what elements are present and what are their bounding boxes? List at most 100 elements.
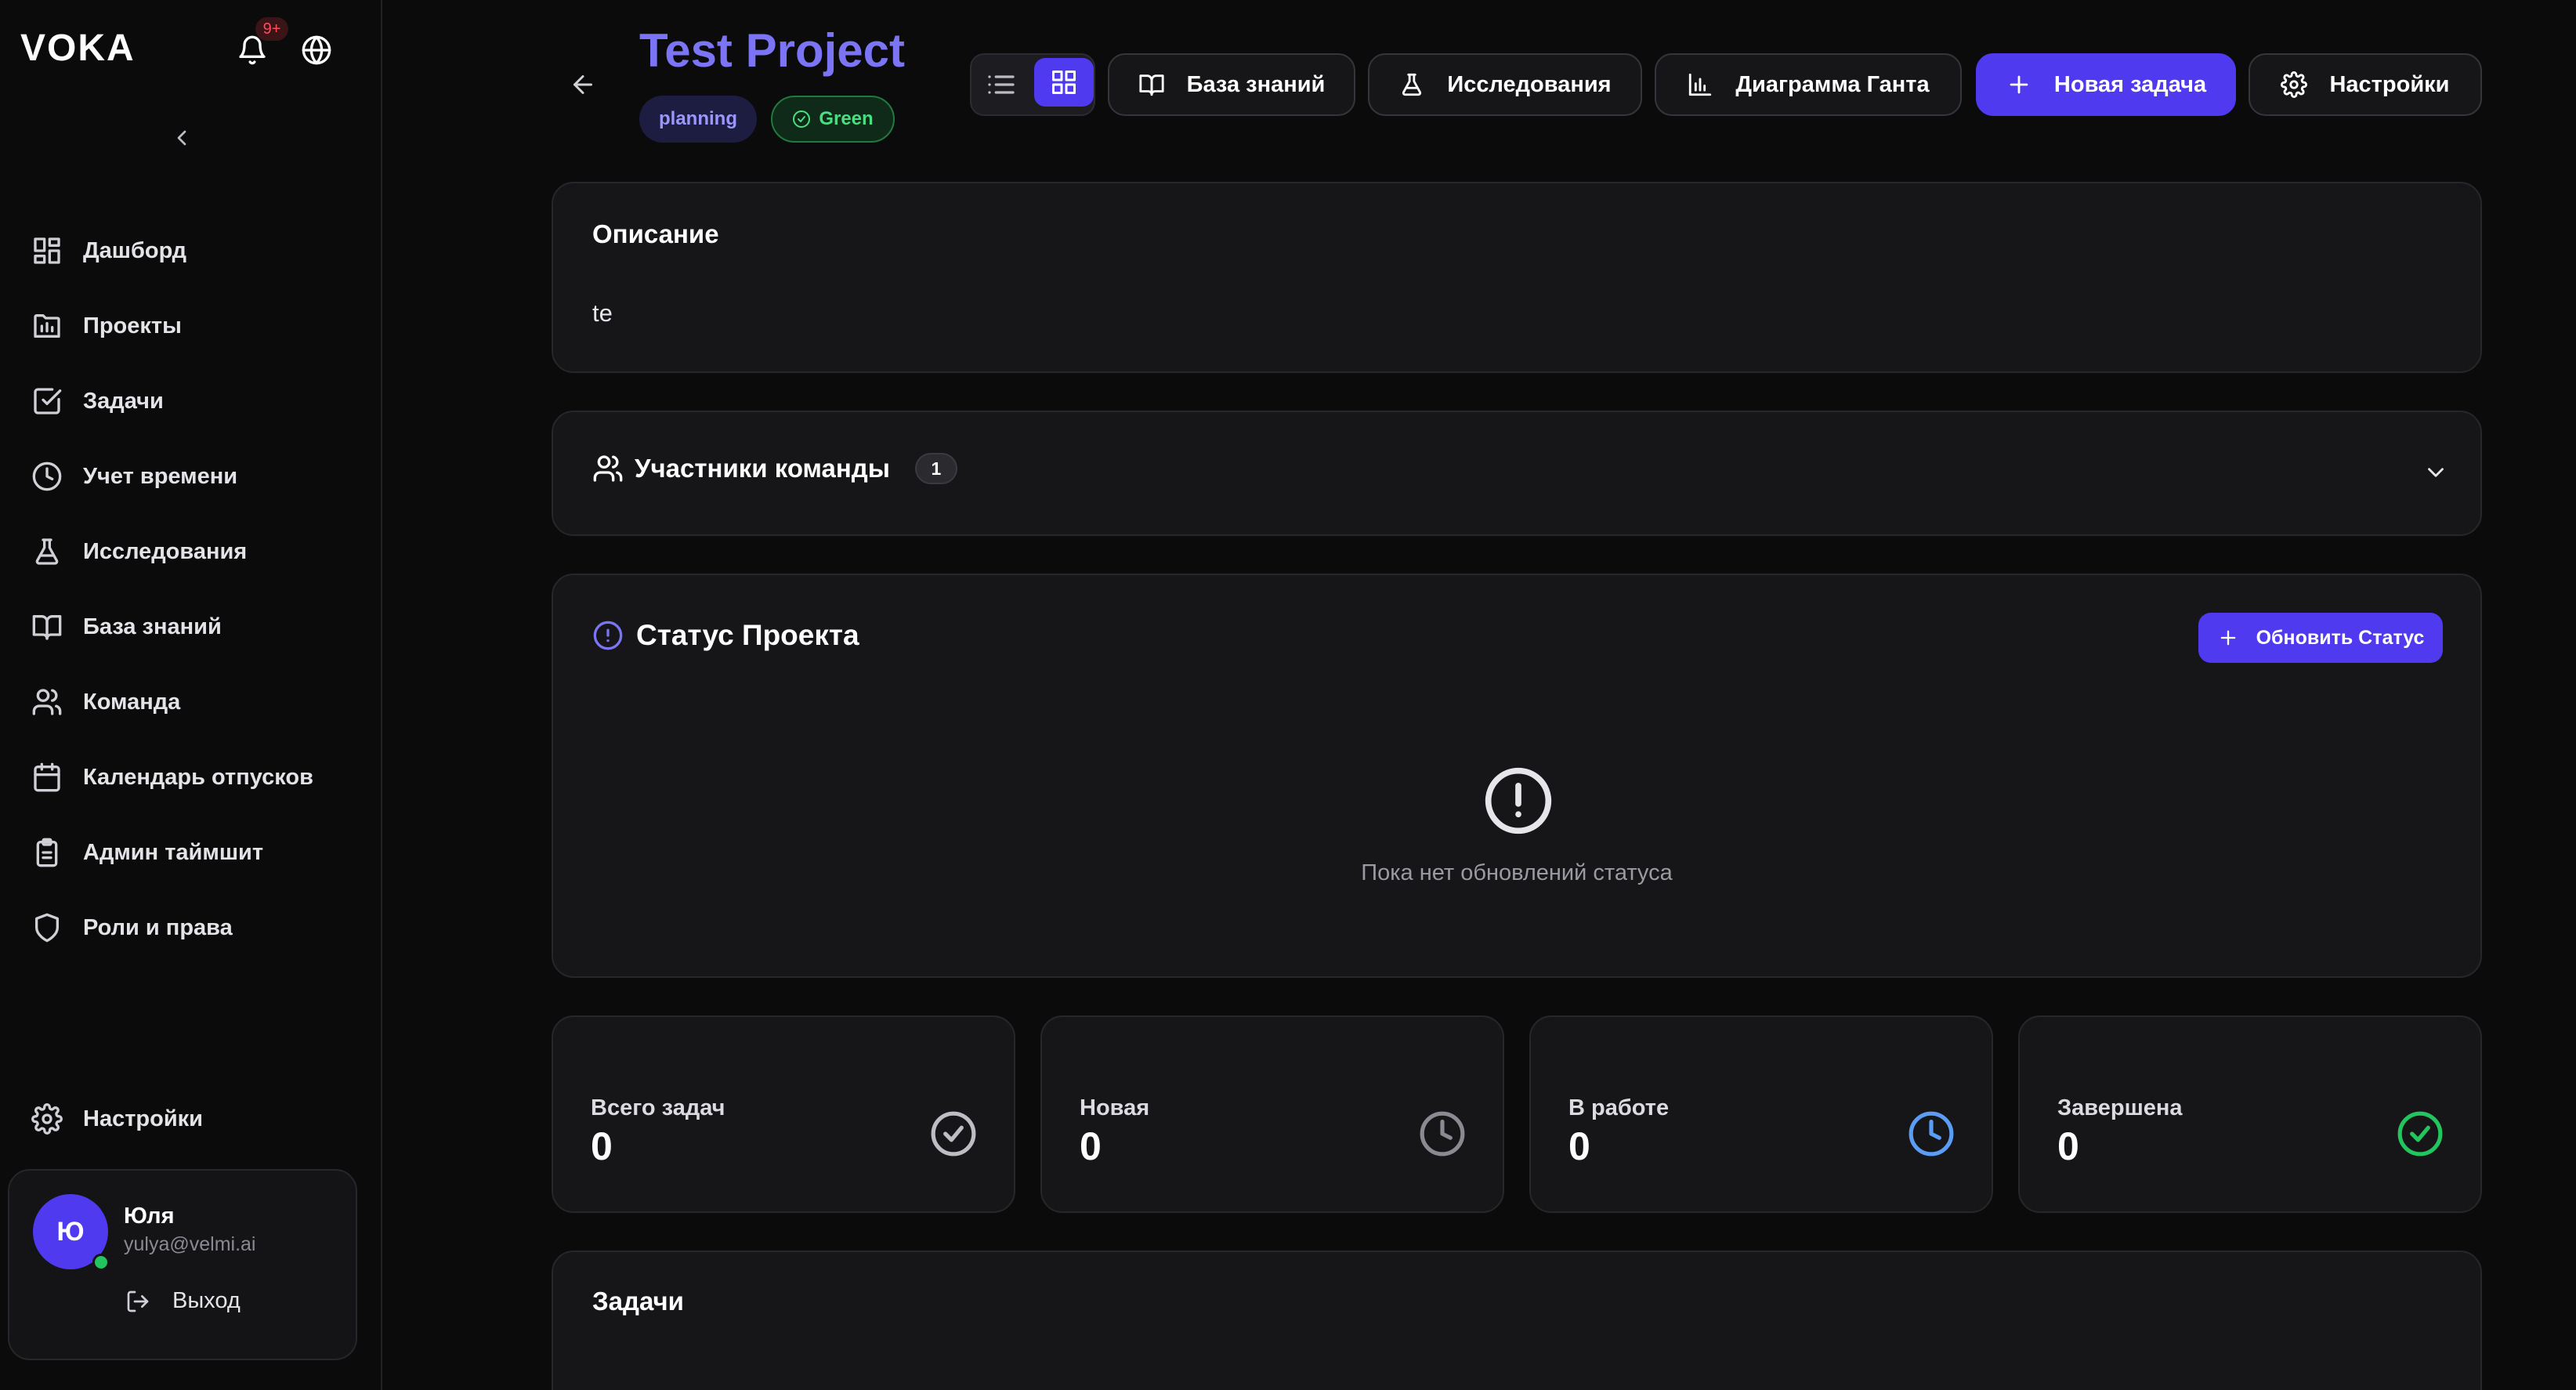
stat-card-in-progress: В работе 0 (1529, 1015, 1993, 1213)
stat-label: Завершена (2057, 1095, 2183, 1120)
clipboard-icon (31, 837, 63, 868)
gantt-chart-button[interactable]: Диаграмма Ганта (1655, 53, 1962, 116)
sidebar-item-research[interactable]: Исследования (31, 514, 360, 589)
team-members-card[interactable]: Участники команды 1 (552, 411, 2482, 536)
project-status-header: Статус Проекта (592, 619, 859, 652)
stat-label: В работе (1568, 1095, 1670, 1120)
team-members-title: Участники команды (635, 454, 890, 483)
bar-chart-icon (1687, 71, 1713, 98)
sidebar-item-label: Учет времени (83, 463, 238, 489)
sidebar-item-label: Календарь отпусков (83, 764, 313, 790)
sidebar-item-dashboard[interactable]: Дашборд (31, 213, 360, 288)
stat-card-completed: Завершена 0 (2018, 1015, 2482, 1213)
sidebar-item-team[interactable]: Команда (31, 664, 360, 740)
sidebar-item-label: База знаний (83, 614, 222, 639)
clock-icon (1907, 1109, 1956, 1158)
user-name: Юля (124, 1204, 175, 1229)
knowledge-base-label: База знаний (1186, 71, 1326, 97)
team-count-badge: 1 (914, 453, 957, 484)
sidebar: VOKA 9+ Дашборд Проекты Задачи Учет врем… (0, 0, 382, 1390)
sidebar-item-knowledge-base[interactable]: База знаний (31, 589, 360, 664)
new-task-label: Новая задача (2053, 71, 2207, 97)
sidebar-nav: Дашборд Проекты Задачи Учет времени Иссл… (31, 213, 360, 965)
logout-button[interactable]: Выход (125, 1288, 241, 1314)
globe-icon[interactable] (301, 34, 332, 66)
sidebar-item-time-tracking[interactable]: Учет времени (31, 439, 360, 514)
tasks-title: Задачи (592, 1287, 684, 1316)
back-arrow-icon[interactable] (569, 71, 597, 99)
sidebar-item-label: Проекты (83, 313, 182, 338)
notification-badge: 9+ (255, 17, 288, 41)
sidebar-item-label: Роли и права (83, 914, 233, 940)
chevron-down-icon[interactable] (2422, 459, 2449, 486)
update-status-button[interactable]: Обновить Статус (2198, 613, 2443, 663)
clock-icon (1418, 1109, 1467, 1158)
sidebar-settings: Настройки (31, 1081, 360, 1157)
sidebar-item-label: Админ таймшит (83, 839, 264, 865)
sidebar-item-label: Настройки (83, 1106, 204, 1131)
sidebar-item-settings[interactable]: Настройки (31, 1081, 360, 1157)
shield-icon (31, 912, 63, 943)
plus-icon (2217, 627, 2239, 649)
project-settings-button[interactable]: Настройки (2249, 53, 2482, 116)
logout-label: Выход (172, 1288, 241, 1313)
user-email: yulya@velmi.ai (124, 1233, 256, 1255)
gear-icon (31, 1103, 63, 1135)
sidebar-item-label: Дашборд (83, 237, 186, 263)
stat-value: 0 (1568, 1124, 1590, 1168)
empty-status-text: Пока нет обновлений статуса (1361, 860, 1673, 885)
stat-value: 0 (2057, 1124, 2079, 1168)
online-status-dot (92, 1254, 110, 1271)
health-badge-label: Green (819, 108, 874, 129)
calendar-icon (31, 762, 63, 793)
sidebar-item-tasks[interactable]: Задачи (31, 364, 360, 439)
stat-value: 0 (1080, 1124, 1102, 1168)
sidebar-item-label: Команда (83, 689, 181, 715)
status-badge: planning (639, 96, 757, 143)
stat-card-new: Новая 0 (1040, 1015, 1504, 1213)
view-toggle (970, 53, 1095, 116)
flask-icon (31, 536, 63, 567)
check-circle-icon (2396, 1109, 2444, 1158)
description-text: te (592, 299, 613, 327)
sidebar-item-roles[interactable]: Роли и права (31, 890, 360, 965)
update-status-label: Обновить Статус (2256, 626, 2425, 649)
sidebar-item-projects[interactable]: Проекты (31, 288, 360, 364)
project-status-card: Статус Проекта Обновить Статус Пока нет … (552, 574, 2482, 978)
grid-view-button[interactable] (1034, 58, 1094, 107)
app-logo[interactable]: VOKA (20, 27, 136, 70)
description-card: Описание te (552, 182, 2482, 373)
sidebar-item-label: Исследования (83, 538, 248, 564)
collapse-sidebar-button[interactable] (169, 125, 194, 150)
users-icon (31, 686, 63, 718)
project-settings-label: Настройки (2329, 71, 2450, 97)
alert-circle-icon (592, 620, 624, 651)
stat-label: Всего задач (591, 1095, 725, 1120)
research-button[interactable]: Исследования (1368, 53, 1642, 116)
sidebar-item-vacation-calendar[interactable]: Календарь отпусков (31, 740, 360, 815)
list-view-button[interactable] (986, 69, 1017, 100)
stat-value: 0 (591, 1124, 613, 1168)
research-label: Исследования (1447, 71, 1612, 97)
alert-circle-icon (1482, 765, 1554, 837)
projects-icon (31, 310, 63, 342)
tasks-icon (31, 386, 63, 417)
plus-icon (2006, 71, 2032, 98)
users-icon (592, 453, 624, 484)
gantt-chart-label: Диаграмма Ганта (1735, 71, 1930, 97)
knowledge-base-button[interactable]: База знаний (1108, 53, 1355, 116)
tasks-card: Задачи (552, 1251, 2482, 1390)
stat-card-total-tasks: Всего задач 0 (552, 1015, 1015, 1213)
book-icon (1138, 71, 1165, 98)
new-task-button[interactable]: Новая задача (1976, 53, 2236, 116)
health-badge: Green (771, 96, 895, 143)
sidebar-item-admin-timesheet[interactable]: Админ таймшит (31, 815, 360, 890)
project-status-title: Статус Проекта (636, 619, 859, 651)
description-title: Описание (592, 219, 719, 248)
check-circle-icon (929, 1109, 978, 1158)
page-title: Test Project (639, 24, 905, 77)
sidebar-item-label: Задачи (83, 388, 164, 414)
book-icon (31, 611, 63, 643)
clock-icon (31, 461, 63, 492)
logout-icon (125, 1289, 150, 1314)
